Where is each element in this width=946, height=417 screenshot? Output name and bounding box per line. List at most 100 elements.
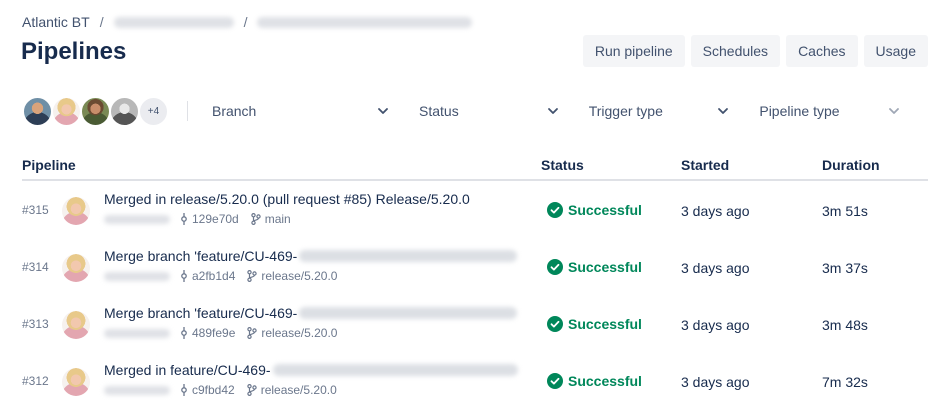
branch-name[interactable]: release/5.20.0 (261, 326, 337, 340)
status-badge: Successful (547, 316, 642, 332)
success-check-icon (547, 259, 563, 275)
status-filter-label: Status (419, 103, 459, 119)
commit-hash[interactable]: a2fb1d4 (192, 269, 235, 283)
started-time: 3 days ago (681, 374, 750, 390)
column-header-status: Status (541, 157, 584, 173)
trigger-type-filter[interactable]: Trigger type (579, 95, 740, 127)
branch-icon (247, 384, 257, 396)
branch-name[interactable]: release/5.20.0 (261, 269, 337, 283)
commit-message[interactable]: Merge branch 'feature/CU-469- (104, 248, 518, 264)
avatar[interactable] (22, 95, 53, 127)
column-header-duration[interactable]: Duration (822, 157, 880, 173)
table-row[interactable]: #314 Merge branch 'feature/CU-469- a2fb1… (22, 239, 928, 296)
commit-meta: c9fbd42 release/5.20.0 (104, 383, 337, 397)
column-header-started[interactable]: Started (681, 157, 729, 173)
commit-message[interactable]: Merged in feature/CU-469- (104, 362, 518, 378)
commit-hash[interactable]: 129e70d (192, 212, 239, 226)
schedules-button[interactable]: Schedules (690, 35, 781, 67)
author-name-redacted (104, 271, 170, 281)
breadcrumb-repository-redacted[interactable] (257, 16, 473, 28)
started-time: 3 days ago (681, 317, 750, 333)
success-check-icon (547, 316, 563, 332)
branch-name[interactable]: main (265, 212, 291, 226)
usage-button[interactable]: Usage (863, 35, 928, 67)
commit-message-text: Merge branch 'feature/CU-469- (104, 305, 298, 321)
status-badge: Successful (547, 259, 642, 275)
commit-icon (181, 384, 187, 396)
status-badge: Successful (547, 373, 642, 389)
pipeline-number[interactable]: #315 (22, 203, 49, 217)
page-actions: Run pipeline Schedules Caches Usage (582, 35, 928, 67)
avatar (62, 311, 90, 339)
status-text: Successful (568, 373, 642, 389)
duration: 3m 51s (822, 203, 868, 219)
commit-icon (181, 213, 187, 225)
pipeline-number[interactable]: #313 (22, 317, 49, 331)
branch-filter-label: Branch (211, 103, 257, 119)
duration: 7m 32s (822, 374, 868, 390)
run-pipeline-button[interactable]: Run pipeline (582, 35, 685, 67)
pipeline-number[interactable]: #312 (22, 374, 49, 388)
breadcrumb-separator: / (243, 14, 248, 30)
commit-meta: 489fe9e release/5.20.0 (104, 326, 337, 340)
chevron-down-icon (378, 108, 388, 114)
commit-meta: a2fb1d4 release/5.20.0 (104, 269, 337, 283)
commit-hash[interactable]: 489fe9e (192, 326, 235, 340)
avatar (62, 197, 90, 225)
duration: 3m 48s (822, 317, 868, 333)
branch-filter[interactable]: Branch (202, 95, 399, 127)
commit-message-redacted (272, 364, 518, 376)
author-name-redacted (104, 328, 170, 338)
chevron-down-icon (547, 108, 558, 114)
breadcrumb-separator: / (99, 14, 104, 30)
author-name-redacted (104, 214, 170, 224)
trigger-type-filter-label: Trigger type (588, 103, 663, 119)
breadcrumb-workspace[interactable]: Atlantic BT (22, 14, 90, 30)
commit-hash[interactable]: c9fbd42 (192, 383, 235, 397)
status-text: Successful (568, 259, 642, 275)
author-name-redacted (104, 385, 170, 395)
breadcrumb-project-redacted[interactable] (113, 16, 234, 28)
commit-message-redacted (299, 250, 518, 262)
pipeline-type-filter[interactable]: Pipeline type (749, 95, 910, 127)
commit-meta: 129e70d main (104, 212, 291, 226)
avatar[interactable] (109, 95, 140, 127)
branch-name[interactable]: release/5.20.0 (261, 383, 337, 397)
table-header: Pipeline Status Started Duration (22, 155, 928, 181)
pipeline-type-filter-label: Pipeline type (759, 103, 840, 119)
caches-button[interactable]: Caches (786, 35, 858, 67)
duration: 3m 37s (822, 260, 868, 276)
started-time: 3 days ago (681, 260, 750, 276)
contributor-avatars: +4 (22, 95, 169, 127)
commit-message[interactable]: Merge branch 'feature/CU-469- (104, 305, 518, 321)
filter-bar: +4 Branch Status Trigger type Pipeline t… (22, 95, 910, 127)
status-text: Successful (568, 316, 642, 332)
table-row[interactable]: #312 Merged in feature/CU-469- c9fbd42 r… (22, 353, 928, 410)
breadcrumb: Atlantic BT / / (22, 14, 473, 30)
divider (187, 101, 188, 121)
commit-message-text: Merged in release/5.20.0 (pull request #… (104, 191, 470, 207)
status-text: Successful (568, 202, 642, 218)
success-check-icon (547, 373, 563, 389)
commit-message[interactable]: Merged in release/5.20.0 (pull request #… (104, 191, 470, 207)
commit-icon (181, 327, 187, 339)
commit-message-text: Merged in feature/CU-469- (104, 362, 271, 378)
pipeline-number[interactable]: #314 (22, 260, 49, 274)
started-time: 3 days ago (681, 203, 750, 219)
avatar (62, 368, 90, 396)
chevron-down-icon (889, 108, 899, 114)
avatar (62, 254, 90, 282)
page-title: Pipelines (21, 38, 127, 65)
branch-icon (251, 213, 261, 225)
chevron-down-icon (718, 108, 729, 114)
branch-icon (247, 270, 258, 282)
status-filter[interactable]: Status (409, 95, 569, 127)
table-row[interactable]: #313 Merge branch 'feature/CU-469- 489fe… (22, 296, 928, 353)
column-header-pipeline: Pipeline (22, 157, 76, 173)
avatar[interactable] (80, 95, 111, 127)
commit-message-text: Merge branch 'feature/CU-469- (104, 248, 298, 264)
avatar[interactable] (51, 95, 82, 127)
table-row[interactable]: #315 Merged in release/5.20.0 (pull requ… (22, 182, 928, 239)
commit-icon (181, 270, 187, 282)
more-avatars-button[interactable]: +4 (138, 95, 169, 127)
